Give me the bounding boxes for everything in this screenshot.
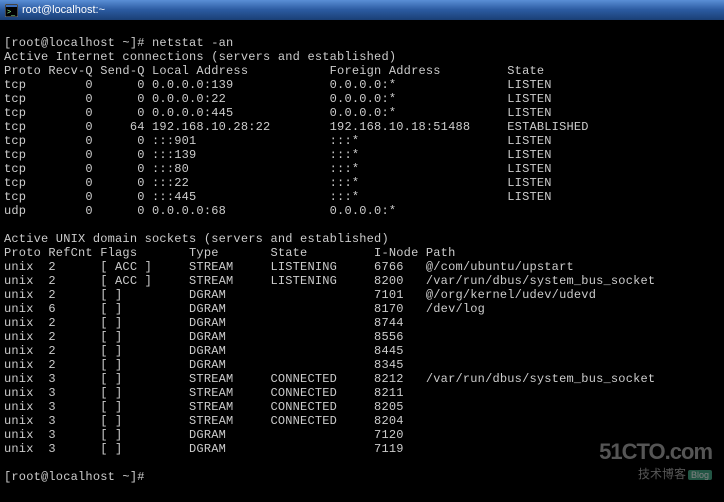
unix-row: unix 2 [ ACC ] STREAM LISTENING 6766 @/c…: [4, 260, 574, 274]
inet-row: tcp 0 0 0.0.0.0:139 0.0.0.0:* LISTEN: [4, 78, 552, 92]
window-title: root@localhost:~: [22, 4, 105, 16]
watermark-line1: 51CTO.com: [599, 439, 712, 465]
watermark-badge: Blog: [688, 470, 712, 480]
inet-row: tcp 0 0 :::139 :::* LISTEN: [4, 148, 552, 162]
unix-row: unix 3 [ ] DGRAM 7119: [4, 442, 404, 456]
unix-header: Active UNIX domain sockets (servers and …: [4, 232, 389, 246]
inet-row: udp 0 0 0.0.0.0:68 0.0.0.0:*: [4, 204, 396, 218]
unix-row: unix 3 [ ] STREAM CONNECTED 8211: [4, 386, 404, 400]
inet-columns: Proto Recv-Q Send-Q Local Address Foreig…: [4, 64, 544, 78]
unix-row: unix 3 [ ] STREAM CONNECTED 8212 /var/ru…: [4, 372, 655, 386]
unix-row: unix 2 [ ] DGRAM 7101 @/org/kernel/udev/…: [4, 288, 596, 302]
terminal-icon: >_: [4, 3, 18, 17]
unix-row: unix 2 [ ] DGRAM 8445: [4, 344, 404, 358]
window-titlebar[interactable]: >_ root@localhost:~: [0, 0, 724, 20]
inet-header: Active Internet connections (servers and…: [4, 50, 396, 64]
inet-row: tcp 0 0 :::22 :::* LISTEN: [4, 176, 552, 190]
terminal-output[interactable]: [root@localhost ~]# netstat -an Active I…: [0, 20, 724, 486]
unix-row: unix 2 [ ] DGRAM 8744: [4, 316, 404, 330]
svg-text:>_: >_: [7, 9, 15, 16]
inet-row: tcp 0 0 :::901 :::* LISTEN: [4, 134, 552, 148]
unix-row: unix 2 [ ] DGRAM 8556: [4, 330, 404, 344]
inet-row: tcp 0 0 :::445 :::* LISTEN: [4, 190, 552, 204]
unix-row: unix 3 [ ] STREAM CONNECTED 8205: [4, 400, 404, 414]
unix-row: unix 6 [ ] DGRAM 8170 /dev/log: [4, 302, 485, 316]
watermark-line2: 技术博客: [638, 467, 686, 481]
unix-row: unix 3 [ ] DGRAM 7120: [4, 428, 404, 442]
inet-row: tcp 0 0 :::80 :::* LISTEN: [4, 162, 552, 176]
unix-columns: Proto RefCnt Flags Type State I-Node Pat…: [4, 246, 455, 260]
watermark: 51CTO.com 技术博客Blog: [599, 439, 712, 482]
command-text: netstat -an: [152, 36, 233, 50]
unix-row: unix 3 [ ] STREAM CONNECTED 8204: [4, 414, 404, 428]
prompt: [root@localhost ~]#: [4, 36, 152, 50]
inet-row: tcp 0 0 0.0.0.0:22 0.0.0.0:* LISTEN: [4, 92, 552, 106]
inet-row: tcp 0 0 0.0.0.0:445 0.0.0.0:* LISTEN: [4, 106, 552, 120]
unix-row: unix 2 [ ACC ] STREAM LISTENING 8200 /va…: [4, 274, 655, 288]
prompt-end: [root@localhost ~]#: [4, 470, 145, 484]
inet-row: tcp 0 64 192.168.10.28:22 192.168.10.18:…: [4, 120, 589, 134]
unix-row: unix 2 [ ] DGRAM 8345: [4, 358, 404, 372]
